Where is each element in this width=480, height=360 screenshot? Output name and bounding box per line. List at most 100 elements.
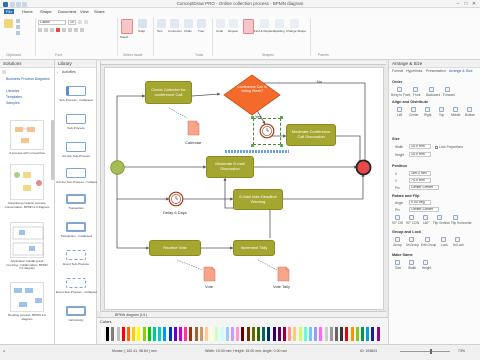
task-moderate-conference[interactable]: Moderate Conference Call Discussion [286, 124, 336, 146]
align-bottom-icon[interactable] [467, 107, 472, 112]
diagram-page[interactable]: Check Calendar for conference Call Moder… [104, 67, 384, 310]
color-swatch[interactable] [303, 327, 307, 341]
save-icon[interactable] [10, 1, 15, 7]
task-moderate-email[interactable]: Moderate E-mail Discussion [206, 156, 254, 178]
tab-presentation[interactable]: Presentation [426, 69, 446, 73]
align-center-icon[interactable] [68, 28, 72, 32]
color-swatch[interactable] [142, 327, 146, 341]
gateway-diamond[interactable] [222, 73, 282, 117]
color-swatch[interactable] [121, 327, 125, 341]
color-swatch[interactable] [345, 327, 349, 341]
color-swatch[interactable] [298, 327, 302, 341]
color-swatch[interactable] [111, 327, 115, 341]
color-swatch[interactable] [277, 327, 281, 341]
chain-tool-icon[interactable] [184, 19, 193, 28]
underline-icon[interactable] [50, 28, 54, 32]
color-swatch[interactable] [324, 327, 328, 341]
solutions-item-bpd[interactable]: Business Process Diagrams [6, 77, 50, 81]
color-swatch[interactable] [132, 327, 136, 341]
resize-handle[interactable] [280, 116, 283, 119]
color-swatch[interactable] [251, 327, 255, 341]
spelling-icon[interactable] [275, 19, 284, 28]
scrollbar-thumb[interactable] [51, 120, 54, 180]
tree-tool-icon[interactable] [197, 19, 206, 28]
bold-icon[interactable] [38, 28, 42, 32]
library-shape[interactable] [66, 306, 86, 316]
undo-icon[interactable] [216, 19, 225, 28]
edit-group-icon[interactable] [425, 237, 430, 242]
sample-thumbnail[interactable] [10, 282, 44, 312]
color-swatch[interactable] [127, 327, 130, 341]
library-shape[interactable] [66, 142, 86, 152]
align-left-icon[interactable] [62, 28, 66, 32]
connector-tool-icon[interactable] [170, 19, 179, 28]
align-right-icon[interactable] [74, 28, 78, 32]
text-tool-icon[interactable] [157, 19, 166, 28]
color-swatch[interactable] [215, 327, 219, 341]
zoom-slider-thumb[interactable] [430, 349, 432, 354]
shrink-font-icon[interactable] [84, 20, 88, 24]
color-swatch[interactable] [101, 327, 104, 341]
color-swatch[interactable] [257, 327, 260, 341]
forward-icon[interactable] [445, 87, 450, 92]
library-shape[interactable] [66, 194, 86, 204]
align-top-icon[interactable] [439, 107, 444, 112]
resize-handle[interactable] [251, 144, 254, 147]
color-swatch[interactable] [184, 327, 188, 341]
cut-icon[interactable] [16, 19, 20, 23]
flip-horizontal-icon[interactable] [453, 215, 458, 220]
rotate-cw-icon[interactable] [395, 215, 400, 220]
resize-handle[interactable] [280, 144, 283, 147]
minimize-button[interactable]: – [455, 1, 461, 7]
y-field[interactable]: 74.0 mm [409, 178, 431, 183]
task-receive-vote[interactable]: Receive Vote [149, 240, 201, 256]
snap-icon[interactable] [138, 19, 147, 28]
library-tab-activities[interactable]: Activities [62, 70, 76, 74]
redo-icon[interactable] [22, 1, 27, 7]
color-swatch[interactable] [241, 327, 245, 341]
rotate-180-icon[interactable] [423, 215, 428, 220]
zoom-slider[interactable] [400, 351, 450, 352]
color-swatch[interactable] [361, 327, 364, 341]
end-event[interactable] [355, 159, 372, 176]
color-swatch[interactable] [210, 327, 214, 341]
color-swatch[interactable] [147, 327, 151, 341]
solutions-item-samples[interactable]: Samples [6, 101, 20, 105]
sample-thumbnail[interactable] [10, 222, 44, 258]
close-button[interactable]: ✕ [471, 1, 477, 7]
ungroup-icon[interactable] [409, 237, 414, 242]
color-swatch[interactable] [220, 327, 224, 341]
angle-field[interactable]: 0.00 deg [409, 200, 431, 205]
color-swatch[interactable] [194, 327, 198, 341]
color-swatch[interactable] [205, 327, 208, 341]
data-object-icon[interactable] [187, 120, 200, 136]
color-swatch[interactable] [199, 327, 203, 341]
color-swatch[interactable] [309, 327, 312, 341]
unlock-icon[interactable] [455, 237, 460, 242]
x-field[interactable]: 189.0 mm [409, 171, 431, 176]
color-swatch[interactable] [179, 327, 182, 341]
color-swatch[interactable] [262, 327, 266, 341]
color-swatch[interactable] [173, 327, 177, 341]
color-swatch[interactable] [371, 327, 375, 341]
menu-home[interactable]: Home [22, 9, 33, 14]
library-shape[interactable] [66, 86, 86, 96]
data-object-icon[interactable] [277, 266, 290, 282]
color-swatch[interactable] [293, 327, 297, 341]
color-swatch[interactable] [153, 327, 156, 341]
color-swatch[interactable] [340, 327, 344, 341]
paste-icon[interactable] [4, 19, 13, 28]
start-event[interactable] [110, 160, 125, 175]
color-swatch[interactable] [350, 327, 354, 341]
grow-font-icon[interactable] [78, 20, 82, 24]
bring-to-front-icon[interactable] [397, 87, 402, 92]
color-swatch[interactable] [329, 327, 333, 341]
color-swatch[interactable] [158, 327, 162, 341]
color-swatch[interactable] [137, 327, 141, 341]
select-tool-icon[interactable] [121, 19, 133, 34]
color-swatch[interactable] [272, 327, 276, 341]
tab-hyperlinks[interactable]: Hyperlinks [406, 69, 422, 73]
color-swatch[interactable] [168, 327, 172, 341]
sample-thumbnail[interactable] [10, 120, 44, 150]
italic-icon[interactable] [44, 28, 48, 32]
